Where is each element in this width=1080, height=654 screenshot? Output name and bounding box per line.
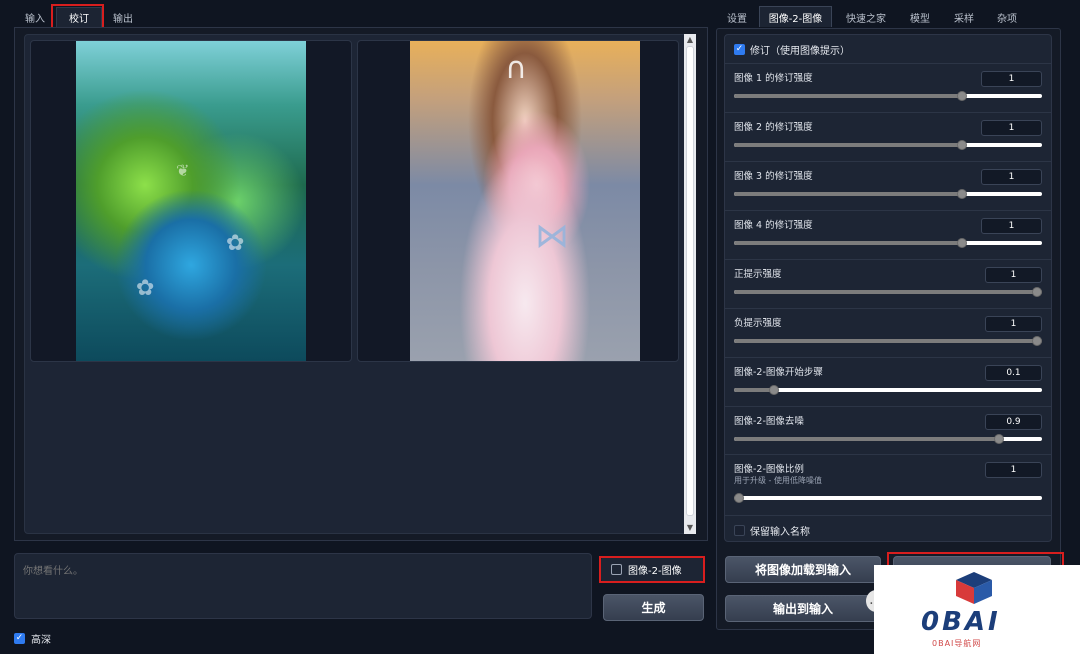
slider-fill: [734, 388, 774, 392]
slider-value-input[interactable]: 1: [985, 316, 1042, 332]
slider-fill: [734, 241, 962, 245]
slider-handle[interactable]: [957, 238, 967, 248]
portrait-image: ∩ ⋈: [410, 41, 640, 361]
tab-input[interactable]: 输入: [18, 8, 52, 26]
slider-label: 图像-2-图像比例: [734, 464, 804, 475]
slider-track[interactable]: [734, 91, 1042, 101]
slider-label: 图像-2-图像去噪: [734, 416, 804, 427]
divider: [725, 515, 1051, 516]
slider-label: 图像 4 的修订强度: [734, 220, 813, 231]
forest-pond-image: ✿ ✿ ❦: [76, 41, 306, 361]
divider: [725, 308, 1051, 309]
slider-value-input[interactable]: 1: [981, 120, 1042, 136]
slider-track[interactable]: [734, 189, 1042, 199]
tab-sampling[interactable]: 采样: [946, 8, 982, 27]
slider-value-input[interactable]: 1: [981, 218, 1042, 234]
slider-fill: [734, 94, 962, 98]
hd-label: 高深: [31, 635, 51, 646]
slider-handle[interactable]: [734, 493, 744, 503]
slider-fill: [734, 290, 1042, 294]
slider-label: 图像 3 的修订强度: [734, 171, 813, 182]
slider-value-input[interactable]: 1: [985, 462, 1042, 478]
gallery-image-1[interactable]: ✿ ✿ ❦: [30, 40, 352, 362]
lotus-icon: ✿: [136, 276, 155, 301]
slider-track[interactable]: [734, 140, 1042, 150]
tab-output[interactable]: 输出: [104, 8, 142, 26]
tab-settings[interactable]: 设置: [718, 8, 756, 27]
divider: [725, 454, 1051, 455]
scroll-up-icon[interactable]: ▲: [684, 34, 696, 46]
slider-track[interactable]: [734, 385, 1042, 395]
tab-shortcut[interactable]: 快速之家: [838, 8, 894, 27]
slider-handle[interactable]: [957, 189, 967, 199]
revision-label: 修订（使用图像提示）: [750, 45, 850, 57]
bunny-ears-icon: ∩: [505, 51, 527, 86]
slider-track[interactable]: [734, 287, 1042, 297]
tab-model[interactable]: 模型: [900, 8, 940, 27]
slider-value-input[interactable]: 1: [985, 267, 1042, 283]
lotus-icon: ✿: [226, 231, 245, 256]
slider-fill: [734, 143, 962, 147]
prompt-input[interactable]: [14, 553, 592, 619]
check-icon[interactable]: ✓: [14, 633, 25, 644]
slider-note: 用于升级 - 使用低降噪值: [734, 476, 822, 485]
gallery-image-2[interactable]: ∩ ⋈: [357, 40, 679, 362]
slider-track[interactable]: [734, 434, 1042, 444]
divider: [725, 63, 1051, 64]
slider-fill: [734, 339, 1042, 343]
slider-label: 图像 1 的修订强度: [734, 73, 813, 84]
slider-label: 正提示强度: [734, 269, 782, 280]
divider: [725, 112, 1051, 113]
scroll-thumb[interactable]: [686, 46, 694, 516]
keep-input-names-label: 保留输入名称: [750, 526, 810, 538]
tab-img2img[interactable]: 图像-2-图像: [759, 6, 832, 27]
watermark-title: 0BAI: [921, 607, 1001, 637]
slider-label: 图像 2 的修订强度: [734, 122, 813, 133]
watermark: 0BAI 0BAI导航网: [874, 565, 1080, 654]
slider-value-input[interactable]: 0.9: [985, 414, 1042, 430]
bow-icon: ⋈: [535, 216, 569, 256]
generate-button[interactable]: 生成: [603, 594, 704, 621]
output-to-input-button[interactable]: 输出到输入: [725, 595, 881, 622]
load-to-input-button[interactable]: 将图像加载到输入: [725, 556, 881, 583]
slider-label: 图像-2-图像开始步骤: [734, 367, 823, 378]
slider-fill: [734, 192, 962, 196]
checkbox-box[interactable]: [734, 524, 745, 536]
check-icon[interactable]: ✓: [734, 43, 745, 55]
divider: [725, 357, 1051, 358]
divider: [725, 406, 1051, 407]
slider-handle[interactable]: [957, 140, 967, 150]
scroll-down-icon[interactable]: ▼: [684, 522, 696, 534]
slider-handle[interactable]: [1032, 336, 1042, 346]
slider-value-input[interactable]: 1: [981, 71, 1042, 87]
slider-track[interactable]: [734, 336, 1042, 346]
slider-handle[interactable]: [994, 434, 1004, 444]
keep-input-names-checkbox[interactable]: 保留输入名称: [734, 523, 810, 538]
leaf-icon: ❦: [176, 161, 190, 180]
tab-misc[interactable]: 杂项: [988, 8, 1026, 27]
cube-logo-icon: [956, 572, 992, 604]
divider: [725, 259, 1051, 260]
slider-track[interactable]: [734, 493, 1042, 503]
hd-checkbox[interactable]: ✓ 高深: [14, 631, 51, 646]
slider-track[interactable]: [734, 238, 1042, 248]
slider-label: 负提示强度: [734, 318, 782, 329]
watermark-subtitle: 0BAI导航网: [932, 639, 982, 648]
divider: [725, 210, 1051, 211]
revision-checkbox[interactable]: ✓ 修订（使用图像提示）: [734, 42, 850, 57]
divider: [725, 161, 1051, 162]
slider-value-input[interactable]: 0.1: [985, 365, 1042, 381]
slider-handle[interactable]: [769, 385, 779, 395]
img2img-highlight: [599, 556, 705, 583]
slider-value-input[interactable]: 1: [981, 169, 1042, 185]
slider-fill: [734, 437, 999, 441]
slider-handle[interactable]: [1032, 287, 1042, 297]
slider-handle[interactable]: [957, 91, 967, 101]
